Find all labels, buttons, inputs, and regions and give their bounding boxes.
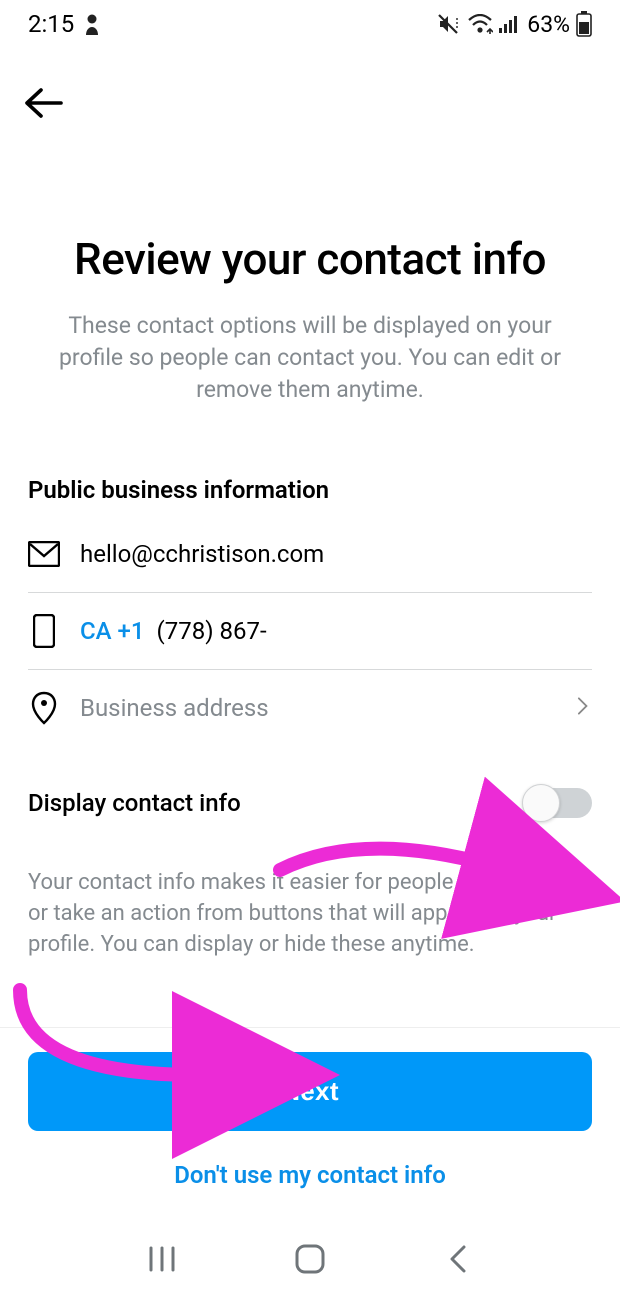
toggle-thumb — [522, 784, 560, 822]
battery-percentage: 63% — [527, 11, 570, 38]
phone-number: (778) 867- — [157, 617, 267, 645]
skip-link[interactable]: Don't use my contact info — [28, 1161, 592, 1189]
nav-back-button[interactable] — [438, 1239, 478, 1279]
status-bar: 2:15 63% — [0, 0, 620, 42]
back-button[interactable] — [22, 82, 64, 124]
phone-field-row[interactable]: CA +1 (778) 867- — [28, 593, 592, 670]
chevron-right-icon — [574, 697, 592, 719]
next-button[interactable]: Next — [28, 1052, 592, 1131]
page-title: Review your contact info — [28, 234, 592, 286]
location-icon — [28, 692, 60, 724]
phone-icon — [28, 615, 60, 647]
status-left: 2:15 — [28, 10, 102, 38]
email-value: hello@cchristison.com — [80, 540, 592, 568]
status-time: 2:15 — [28, 10, 74, 38]
android-nav-bar — [28, 1223, 592, 1291]
display-contact-toggle-row: Display contact info — [28, 788, 592, 818]
address-placeholder: Business address — [80, 694, 554, 722]
recent-apps-button[interactable] — [142, 1239, 182, 1279]
address-field-row[interactable]: Business address — [28, 670, 592, 746]
signal-icon — [499, 14, 521, 34]
main-content: Review your contact info These contact o… — [0, 234, 620, 961]
home-icon — [294, 1243, 326, 1275]
app-activity-icon — [82, 13, 102, 35]
wifi-icon — [467, 14, 493, 34]
section-label: Public business information — [28, 476, 592, 504]
nav-back-icon — [448, 1244, 468, 1274]
mute-vibrate-icon — [437, 13, 461, 35]
display-contact-label: Display contact info — [28, 789, 241, 817]
back-arrow-icon — [23, 86, 63, 120]
email-field-row[interactable]: hello@cchristison.com — [28, 516, 592, 593]
phone-country-code[interactable]: CA +1 — [80, 617, 145, 645]
display-contact-toggle[interactable] — [524, 788, 592, 818]
recent-apps-icon — [147, 1246, 177, 1272]
display-contact-info-text: Your contact info makes it easier for pe… — [28, 868, 592, 960]
status-right: 63% — [437, 11, 592, 38]
battery-icon — [576, 11, 592, 37]
header — [0, 42, 620, 124]
phone-value-group: CA +1 (778) 867- — [80, 617, 592, 645]
page-subtitle: These contact options will be displayed … — [28, 310, 592, 407]
email-icon — [28, 538, 60, 570]
home-button[interactable] — [290, 1239, 330, 1279]
bottom-action-area: Next Don't use my contact info — [0, 1027, 620, 1309]
